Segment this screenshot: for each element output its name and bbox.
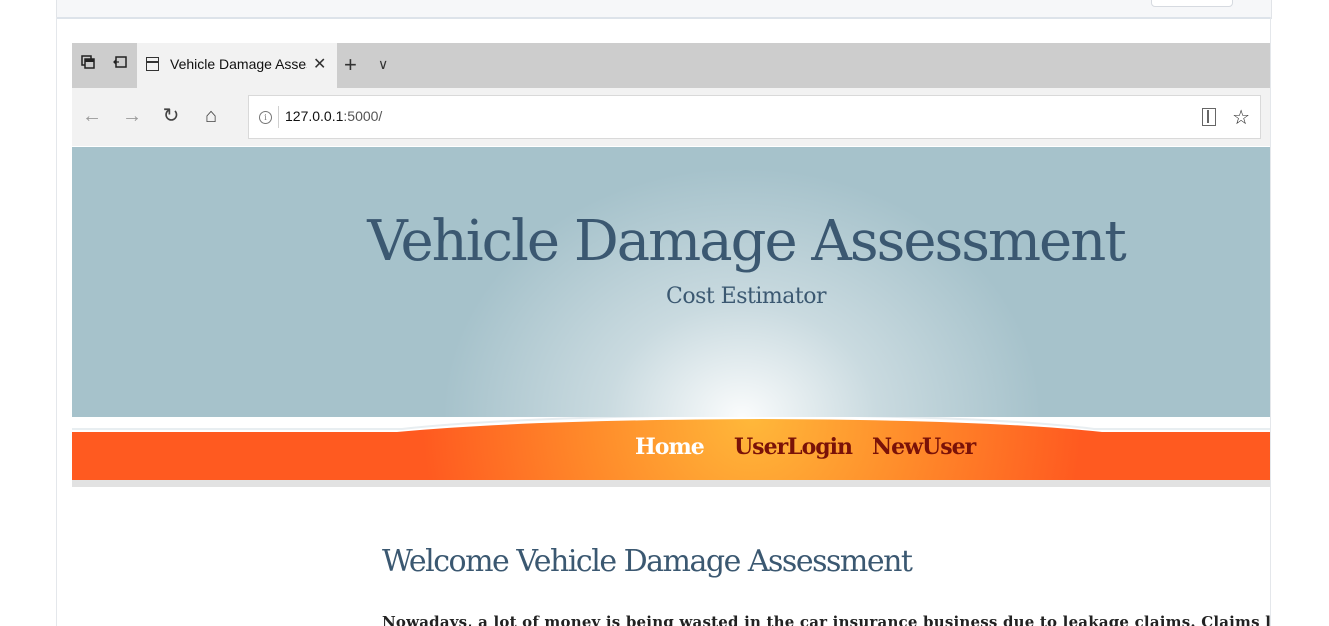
tab-bar: Vehicle Damage Assessi ✕ + ∨ [72, 43, 1270, 88]
url-text: 127.0.0.1:5000/ [285, 108, 382, 124]
site-subtitle: Cost Estimator [665, 284, 827, 309]
reading-view-icon[interactable] [1202, 108, 1216, 126]
page-icon [146, 57, 159, 71]
tab-vehicle-damage-assessment[interactable]: Vehicle Damage Assessi ✕ [137, 43, 337, 88]
welcome-heading: Welcome Vehicle Damage Assessment [382, 544, 913, 579]
set-tabs-aside-icon[interactable] [78, 55, 98, 75]
site-title: Vehicle Damage Assessment [367, 209, 1127, 274]
nav-newuser-link[interactable]: NewUser [872, 434, 976, 460]
address-divider [278, 106, 279, 128]
site-header: Vehicle Damage Assessment Cost Estimator [72, 147, 1270, 425]
tab-title: Vehicle Damage Assessi [170, 56, 307, 72]
back-icon[interactable]: ← [81, 105, 103, 127]
forward-icon[interactable]: → [121, 105, 143, 127]
host-window-top-bar [56, 0, 1272, 19]
site-info-icon[interactable]: i [259, 111, 272, 124]
browser-window: Vehicle Damage Assessi ✕ + ∨ ← → ↻ ⌂ i 1… [72, 43, 1270, 626]
web-page: Vehicle Damage Assessment Cost Estimator… [72, 147, 1270, 626]
refresh-icon[interactable]: ↻ [160, 105, 182, 127]
host-window-left-border [56, 17, 57, 626]
host-window-right-border [1270, 17, 1271, 626]
url-host: 127.0.0.1 [285, 108, 344, 124]
nav-menu-shadow [72, 480, 1270, 487]
host-window-control[interactable] [1151, 0, 1233, 7]
tabs-aside-icon[interactable] [110, 55, 130, 75]
tab-list-chevron-icon[interactable]: ∨ [378, 56, 388, 73]
nav-userlogin-link[interactable]: UserLogin [734, 434, 853, 460]
favorite-star-icon[interactable]: ☆ [1232, 105, 1250, 130]
url-path: :5000/ [343, 108, 383, 124]
address-bar[interactable]: i 127.0.0.1:5000/ ☆ [248, 95, 1261, 139]
new-tab-icon[interactable]: + [344, 52, 357, 78]
intro-paragraph: Nowadays, a lot of money is being wasted… [382, 613, 1270, 626]
close-tab-icon[interactable]: ✕ [313, 54, 326, 74]
navigation-bar: ← → ↻ ⌂ i 127.0.0.1:5000/ ☆ [72, 88, 1270, 146]
nav-menu: Home UserLogin NewUser [72, 434, 1270, 474]
nav-home-link[interactable]: Home [635, 434, 705, 460]
home-icon[interactable]: ⌂ [200, 105, 222, 127]
